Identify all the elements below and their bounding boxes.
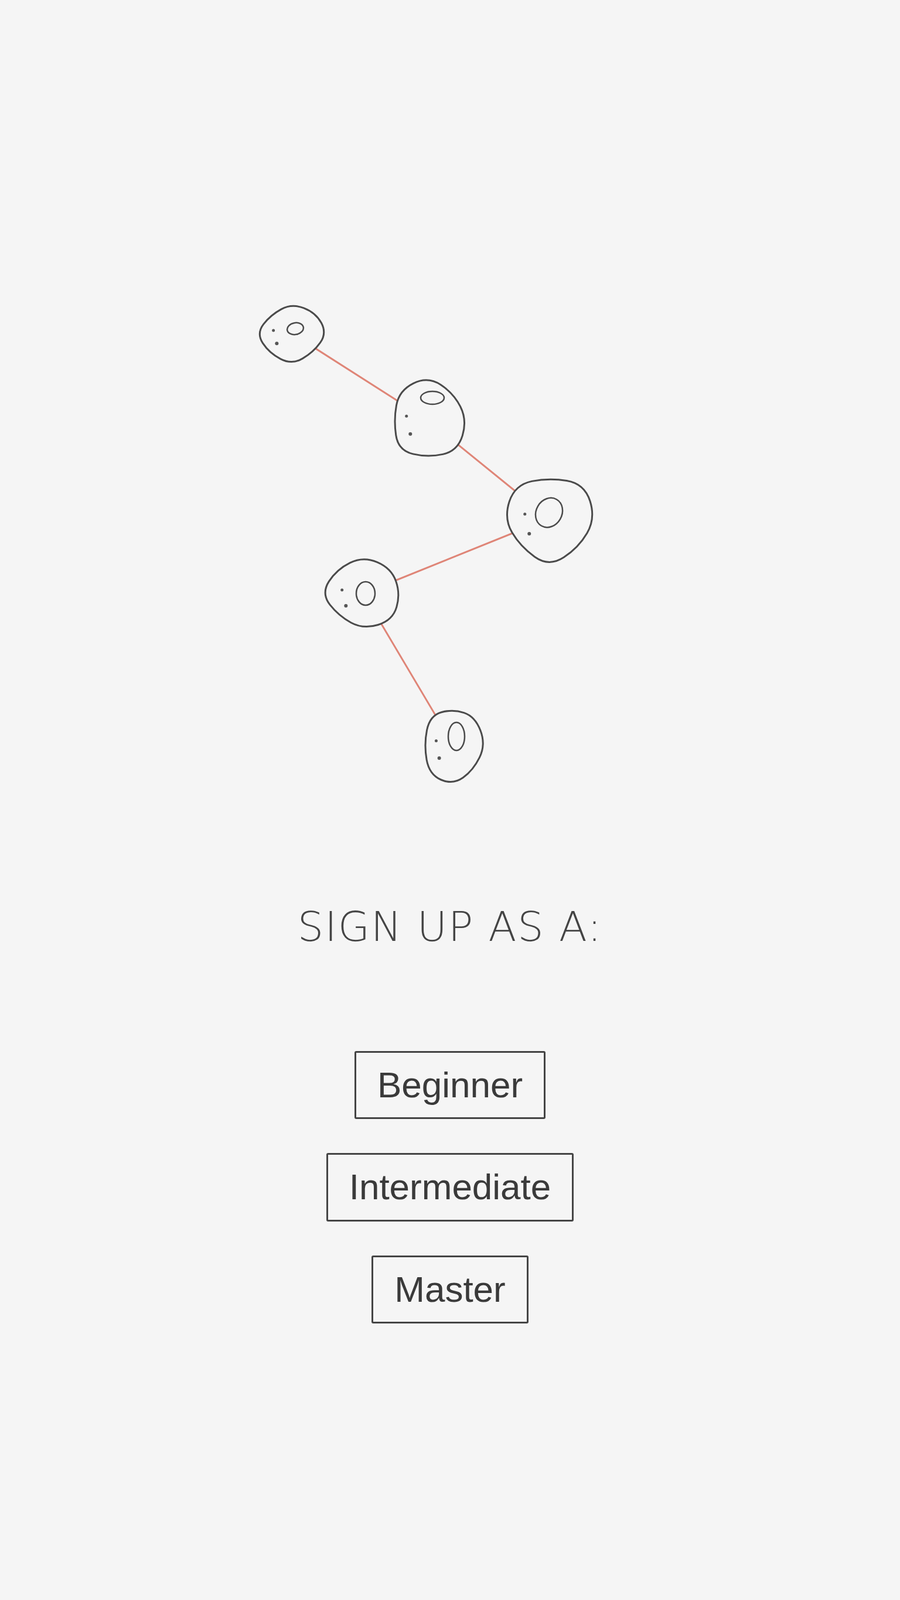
climbing-hold-icon <box>394 380 465 456</box>
level-button[interactable]: Master <box>371 1255 528 1324</box>
signup-page: SIGN UP AS A: Beginner Intermediate Master <box>0 0 900 1600</box>
level-button[interactable]: Beginner <box>354 1051 546 1120</box>
climbing-hold-icon <box>425 710 483 782</box>
signup-heading: SIGN UP AS A: <box>297 902 603 952</box>
route-diagram <box>0 0 900 833</box>
climbing-hold-icon <box>506 479 592 562</box>
climbing-hold-icon <box>259 305 324 362</box>
level-button[interactable]: Intermediate <box>326 1153 575 1222</box>
climbing-hold-icon <box>325 559 399 627</box>
route-diagram-canvas <box>0 0 900 833</box>
level-options: Beginner Intermediate Master <box>326 1051 575 1324</box>
